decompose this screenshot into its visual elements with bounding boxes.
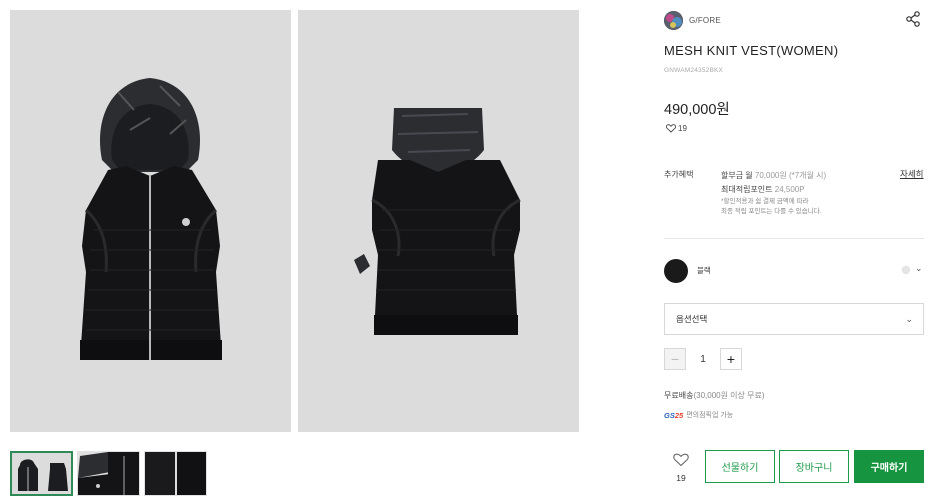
add-to-cart-button[interactable]: 장바구니: [779, 450, 849, 483]
product-code: GNWAM24352BKX: [664, 67, 724, 74]
points-prefix: 최대적립포인트: [721, 185, 773, 194]
vest-front-illustration: [80, 78, 222, 360]
chevron-down-icon: ⌄: [905, 313, 913, 324]
thumbnail-strip: [10, 451, 207, 496]
thumbnail-3-illustration: [145, 452, 206, 495]
benefit-detail-link[interactable]: 자세히: [900, 168, 923, 180]
gs25-logo-num: 25: [674, 410, 684, 420]
gs25-text: 편의점픽업 가능: [686, 412, 734, 419]
benefit-label: 추가혜택: [664, 170, 694, 179]
buy-now-button[interactable]: 구매하기: [854, 450, 924, 483]
shipping-condition: (30,000원 이상 무료): [693, 391, 765, 400]
gs25-logo: GS25: [664, 411, 683, 420]
divider: [664, 238, 924, 239]
share-icon[interactable]: [905, 11, 921, 27]
shipping-label: 무료배송: [664, 391, 694, 400]
color-swatch-black[interactable]: [664, 259, 688, 283]
gs25-pickup: GS25 편의점픽업 가능: [664, 410, 733, 420]
heart-icon: [673, 453, 689, 467]
option-select[interactable]: 옵션선택 ⌄: [664, 303, 924, 335]
brand-name: G/FORE: [689, 15, 721, 25]
like-button-count: 19: [676, 473, 686, 483]
thumbnail-2[interactable]: [77, 451, 140, 496]
option-select-label: 옵션선택: [676, 314, 708, 324]
shipping-info: 무료배송(30,000원 이상 무료): [664, 390, 765, 401]
quantity-value[interactable]: 1: [686, 354, 720, 365]
like-button[interactable]: 19: [668, 453, 694, 483]
installment-line: 할부금 월 70,000원 (*7개월 시): [721, 169, 826, 183]
vest-back-illustration: [354, 108, 521, 335]
points-line: 최대적립포인트 24,500P: [721, 183, 826, 197]
color-name: 블랙: [697, 266, 711, 275]
quantity-decrease-button[interactable]: −: [664, 348, 686, 370]
like-count: 19: [678, 124, 687, 133]
quantity-increase-button[interactable]: +: [720, 348, 742, 370]
thumbnail-1-illustration: [12, 453, 71, 494]
brand-logo: [664, 10, 683, 30]
brand-row[interactable]: G/FORE: [664, 10, 721, 30]
benefit-details: 할부금 월 70,000원 (*7개월 시) 최대적립포인트 24,500P: [721, 169, 826, 197]
product-price: 490,000원: [664, 102, 730, 118]
thumbnail-3[interactable]: [144, 451, 207, 496]
thumbnail-1[interactable]: [10, 451, 73, 496]
heart-icon: [666, 124, 676, 133]
points-amount: 24,500P: [774, 185, 805, 194]
installment-prefix: 할부금 월: [721, 171, 753, 180]
product-title: MESH KNIT VEST(WOMEN): [664, 43, 839, 58]
gs25-logo-gs: GS: [664, 410, 675, 420]
benefit-note: *할인적용과 쉼 결제 금액에 따라 최종 적립 포인트는 다를 수 있습니다.: [721, 197, 871, 217]
like-summary: 19: [666, 124, 687, 133]
installment-amount: 70,000원 (*7개월 시): [754, 171, 827, 180]
benefit-note-line2: 최종 적립 포인트는 다를 수 있습니다.: [721, 208, 822, 215]
thumbnail-2-illustration: [78, 452, 139, 495]
gift-button[interactable]: 선물하기: [705, 450, 775, 483]
product-image-front[interactable]: [10, 10, 291, 432]
chevron-down-icon[interactable]: ⌄: [915, 263, 923, 274]
color-option-dot[interactable]: [902, 266, 910, 274]
brand-logo-graphic: [664, 10, 683, 30]
quantity-stepper: − 1 +: [664, 348, 742, 370]
benefit-note-line1: *할인적용과 쉼 결제 금액에 따라: [721, 198, 809, 205]
product-image-back[interactable]: [298, 10, 579, 432]
